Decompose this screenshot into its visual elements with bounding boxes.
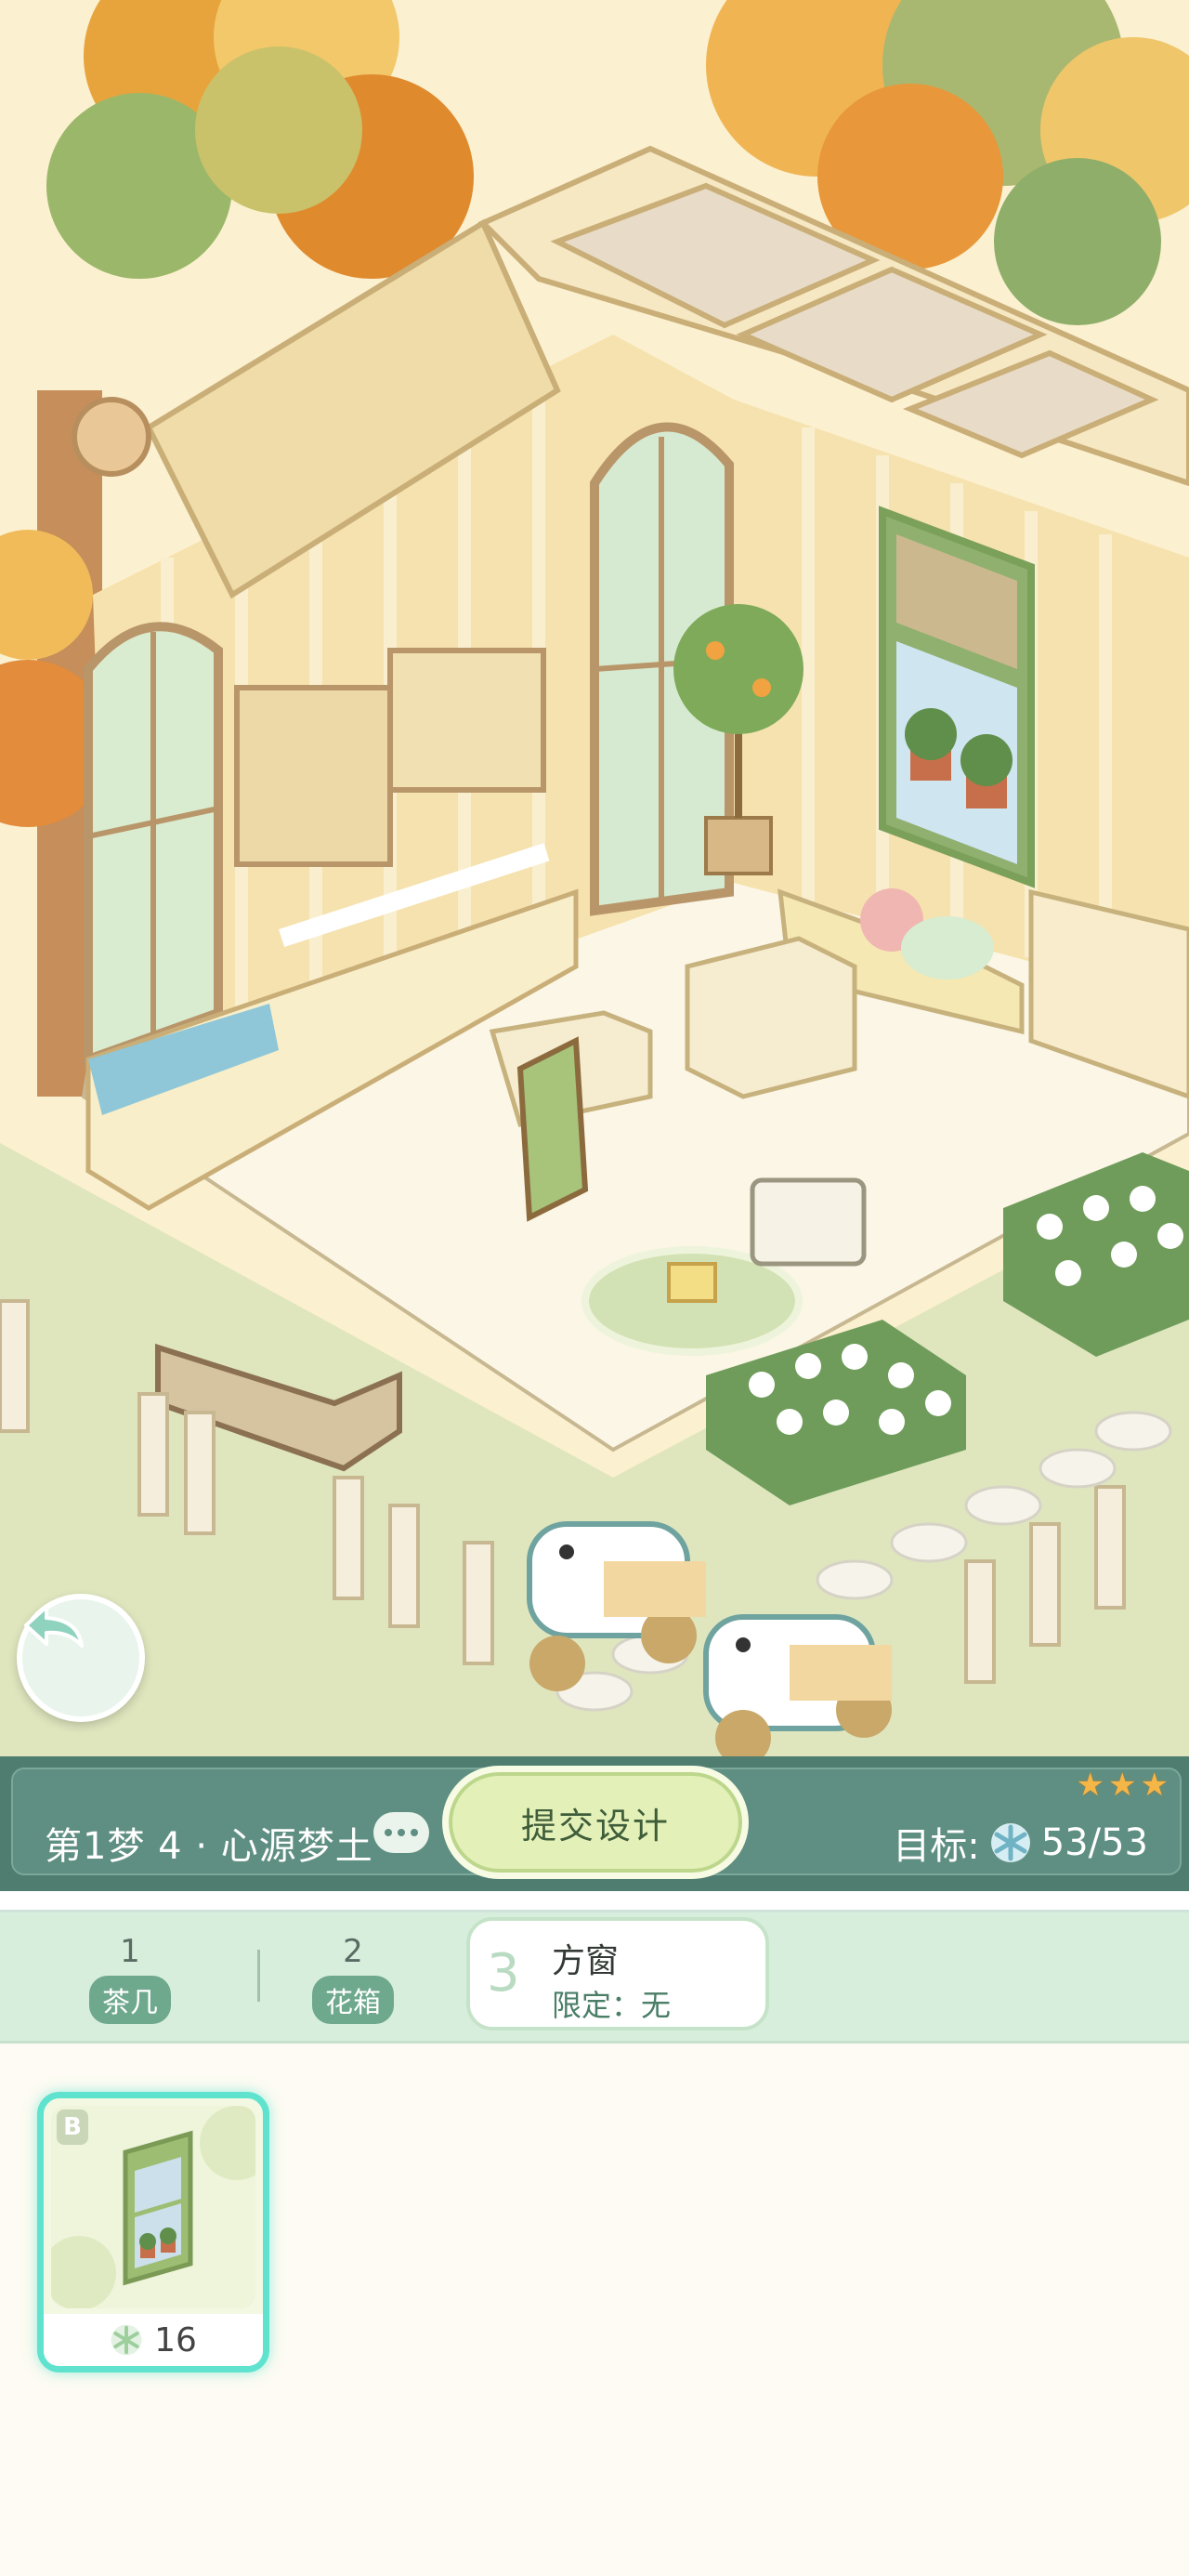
goal-label: 目标:	[893, 1825, 980, 1868]
tab-number: 2	[343, 1933, 363, 1970]
cost-value: 16	[154, 2320, 197, 2359]
star-icon: ★	[1140, 1767, 1169, 1804]
wall-cabinet	[234, 685, 393, 867]
room-scene[interactable]	[0, 0, 1189, 1756]
back-button[interactable]	[17, 1594, 145, 1722]
tab-tea-table[interactable]: 1 茶几	[74, 1933, 186, 2024]
arched-window-left	[84, 622, 223, 1067]
return-arrow-icon	[24, 1605, 84, 1648]
star-icon: ★	[1108, 1767, 1137, 1804]
star-rating: ★ ★ ★	[1077, 1769, 1169, 1801]
chat-bubble-icon[interactable]	[373, 1812, 429, 1853]
tab-divider	[257, 1950, 260, 2002]
snowflake-icon	[111, 2324, 142, 2356]
bar-divider	[0, 1891, 1189, 1912]
submit-design-button[interactable]: 提交设计	[442, 1766, 749, 1879]
tab-label: 花箱	[312, 1976, 394, 2024]
snowflake-icon	[990, 1823, 1030, 1862]
tab-number: 3	[487, 1943, 520, 2004]
tab-label: 方窗	[552, 1942, 620, 1980]
item-cost: 16	[44, 2314, 263, 2366]
square-window	[879, 506, 1035, 888]
tab-label: 茶几	[89, 1976, 171, 2024]
tea-table	[685, 936, 857, 1099]
easel	[516, 1036, 589, 1222]
tab-number: 1	[120, 1933, 140, 1970]
tab-limit: 限定：无	[552, 1988, 672, 2023]
star-icon: ★	[1076, 1767, 1105, 1804]
tab-flower-box[interactable]: 2 花箱	[297, 1933, 409, 2024]
goal-value: 53/53	[1040, 1821, 1148, 1864]
level-title: 第1梦 4 · 心源梦土	[45, 1825, 373, 1868]
item-grid: B 16	[0, 2044, 1189, 2576]
grade-badge: B	[57, 2109, 88, 2145]
tab-square-window[interactable]: 3 方窗 限定：无	[466, 1917, 769, 2031]
item-card[interactable]: B 16	[37, 2092, 269, 2372]
room-illustration	[0, 0, 1189, 1756]
goal-display: 目标: 53/53	[893, 1816, 1148, 1870]
wall-shelf	[387, 648, 546, 793]
art-cart	[750, 1177, 867, 1267]
stool	[667, 1262, 717, 1303]
